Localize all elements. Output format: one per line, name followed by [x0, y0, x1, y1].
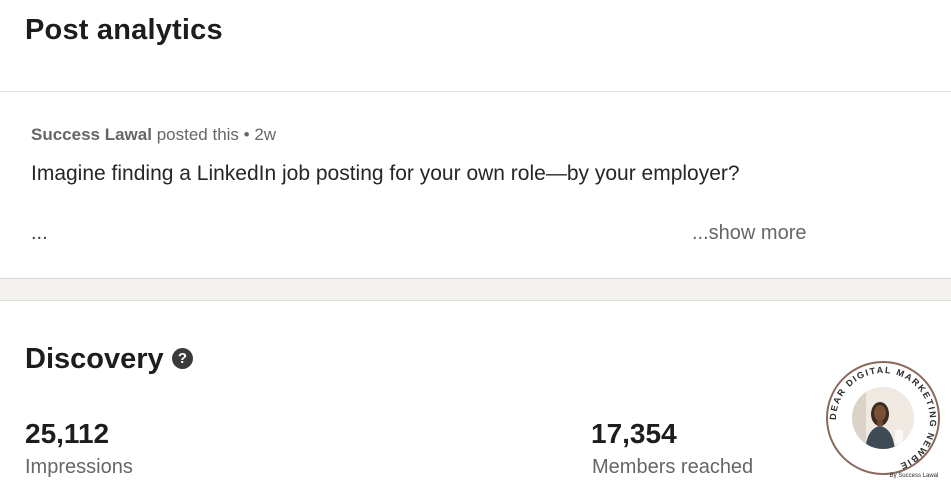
watermark-byline: By Success Lawal [890, 473, 939, 479]
show-more-button[interactable]: ...show more [692, 222, 806, 245]
watermark-badge: DEAR DIGITAL MARKETING NEWBIE By Success… [818, 356, 948, 482]
members-reached-value: 17,354 [591, 418, 677, 449]
post-text: Imagine finding a LinkedIn job posting f… [31, 162, 740, 185]
post-meta: Success Lawal posted this • 2w [31, 125, 276, 145]
post-ellipsis: ... [31, 222, 48, 244]
page-title: Post analytics [25, 14, 223, 46]
section-divider [0, 279, 951, 301]
question-circle-icon[interactable]: ? [172, 348, 193, 369]
members-reached-label: Members reached [592, 456, 754, 478]
page-header: Post analytics [0, 0, 951, 92]
discovery-title: Discovery [25, 343, 164, 375]
impressions-value: 25,112 [25, 418, 110, 449]
impressions-label: Impressions [25, 456, 133, 478]
post-author[interactable]: Success Lawal [31, 125, 152, 144]
post-preview-card[interactable]: Success Lawal posted this • 2w Imagine f… [0, 92, 951, 279]
post-meta-suffix: posted this • 2w [156, 125, 277, 144]
watermark-logo: DEAR DIGITAL MARKETING NEWBIE By Success… [826, 361, 940, 479]
